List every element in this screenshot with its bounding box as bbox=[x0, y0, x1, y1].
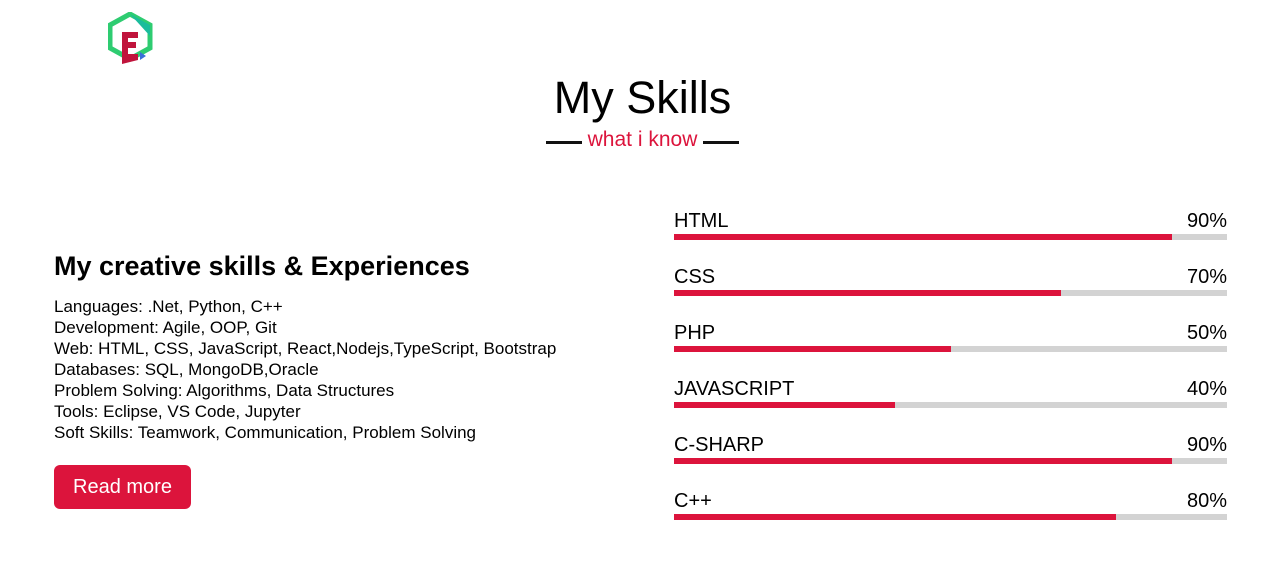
skill-bar-row: C++ 80% bbox=[674, 488, 1227, 544]
skill-percent: 90% bbox=[1186, 434, 1227, 456]
skill-bar-track bbox=[674, 346, 1227, 352]
skill-bar-track bbox=[674, 234, 1227, 240]
skill-bar-fill bbox=[674, 402, 896, 408]
subtitle-text: what i know bbox=[587, 128, 698, 151]
skill-name: C++ bbox=[674, 490, 712, 512]
about-heading: My creative skills & Experiences bbox=[54, 251, 470, 281]
skill-bars-panel: HTML 90% CSS 70% PHP 50% JAVASCRIPT 40% bbox=[674, 208, 1227, 544]
skill-summary-line: Databases: SQL, MongoDB,Oracle bbox=[54, 360, 319, 379]
skill-bar-fill bbox=[674, 290, 1062, 296]
skill-name: PHP bbox=[674, 322, 716, 344]
skill-name: JAVASCRIPT bbox=[674, 378, 795, 400]
skill-bar-row: CSS 70% bbox=[674, 264, 1227, 320]
skill-bar-row: JAVASCRIPT 40% bbox=[674, 376, 1227, 432]
skill-bar-fill bbox=[674, 458, 1172, 464]
skill-summary-list: Languages: .Net, Python, C++ Development… bbox=[54, 296, 634, 443]
read-more-button[interactable]: Read more bbox=[54, 465, 191, 509]
skill-summary-line: Tools: Eclipse, VS Code, Jupyter bbox=[54, 402, 301, 421]
skill-bar-track bbox=[674, 514, 1227, 520]
logo-icon bbox=[107, 11, 153, 64]
skill-percent: 90% bbox=[1186, 210, 1227, 232]
skill-bar-fill bbox=[674, 346, 951, 352]
subtitle-left-rule bbox=[545, 140, 582, 144]
skill-bar-row: HTML 90% bbox=[674, 208, 1227, 264]
skill-bar-fill bbox=[674, 234, 1172, 240]
skill-bar-fill bbox=[674, 514, 1117, 520]
section-subtitle: what i know bbox=[0, 126, 1285, 154]
page-title: My Skills bbox=[553, 72, 732, 123]
skill-name: C-SHARP bbox=[674, 434, 765, 456]
skill-percent: 50% bbox=[1186, 322, 1227, 344]
skill-summary-line: Problem Solving: Algorithms, Data Struct… bbox=[54, 381, 395, 400]
skill-name: HTML bbox=[674, 210, 729, 232]
skill-percent: 70% bbox=[1186, 266, 1227, 288]
skill-bar-track bbox=[674, 290, 1227, 296]
skill-summary-line: Soft Skills: Teamwork, Communication, Pr… bbox=[54, 423, 477, 442]
about-skills-panel: My creative skills & Experiences Languag… bbox=[54, 248, 634, 509]
skill-summary-line: Languages: .Net, Python, C++ bbox=[54, 297, 283, 316]
skill-bar-track bbox=[674, 402, 1227, 408]
skill-summary-line: Web: HTML, CSS, JavaScript, React,Nodejs… bbox=[54, 339, 557, 358]
skill-summary-line: Development: Agile, OOP, Git bbox=[54, 318, 277, 337]
skill-bar-row: PHP 50% bbox=[674, 320, 1227, 376]
skill-bar-track bbox=[674, 458, 1227, 464]
skill-name: CSS bbox=[674, 266, 716, 288]
subtitle-right-rule bbox=[703, 140, 740, 144]
skill-percent: 80% bbox=[1186, 490, 1227, 512]
site-logo[interactable] bbox=[107, 11, 156, 70]
skill-percent: 40% bbox=[1186, 378, 1227, 400]
skill-bar-row: C-SHARP 90% bbox=[674, 432, 1227, 488]
